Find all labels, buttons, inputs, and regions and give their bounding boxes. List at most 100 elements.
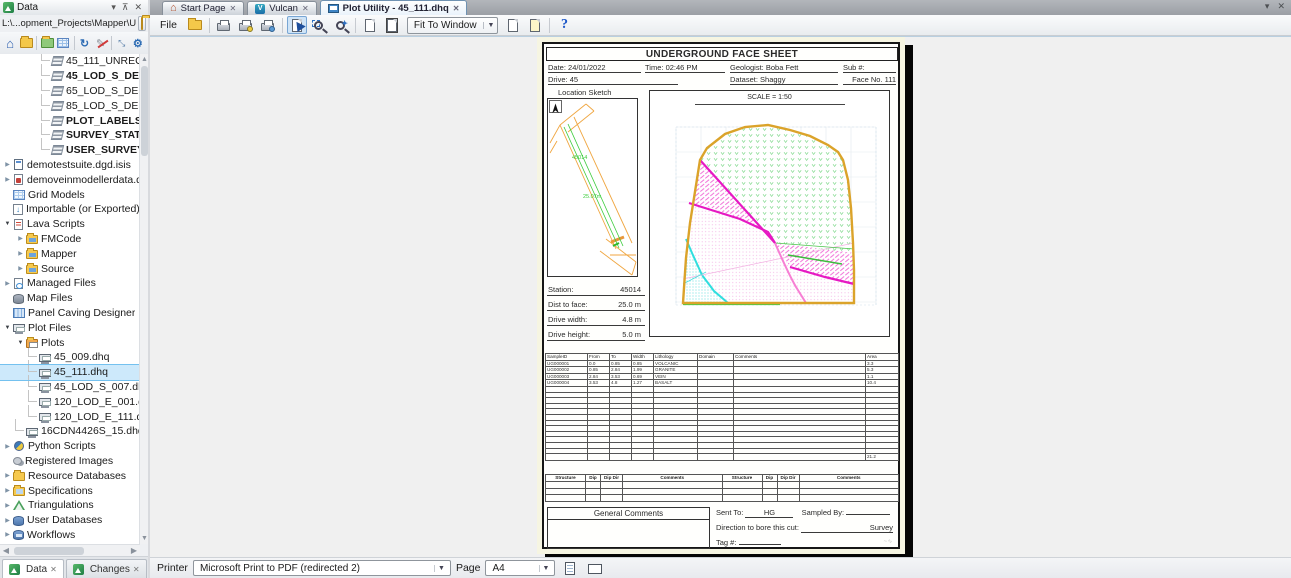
pin-icon[interactable]: ⊼ [119,1,132,14]
expand-arrow-icon[interactable]: ▶ [2,443,13,450]
main-area: ⌂ Start Page ✕ V Vulcan ✕ Plot Utility -… [150,0,1291,578]
tree-item-85-lod-s-design[interactable]: 85_LOD_S_DESIGN [0,98,140,113]
expand-arrow-icon[interactable]: ▶ [15,265,26,272]
tree-item-specifications[interactable]: ▶Specifications [0,483,140,498]
browse-folder-button[interactable] [138,16,146,31]
expand-arrow-icon[interactable]: ▶ [15,235,26,242]
tree-item-user-survey-stat[interactable]: USER_SURVEY_STAT [0,143,140,158]
tree-item-label: Registered Images [25,455,113,467]
station-field: Station:45014 [547,284,645,296]
grid-view-button[interactable] [56,36,70,51]
cell: 3.53 [588,380,610,387]
expand-arrow-icon[interactable]: ▶ [2,161,13,168]
home-button[interactable]: ⌂ [3,36,17,51]
collapse-arrow-icon[interactable]: ▼ [15,340,26,346]
tree-item-45-lod-s-design[interactable]: 45_LOD_S_DESIGN [0,69,140,84]
close-document-icon[interactable]: ✕ [1277,1,1285,12]
print-button[interactable] [214,16,234,34]
next-page-button[interactable] [382,16,402,34]
portrait-button[interactable] [560,559,580,577]
expand-arrow-icon[interactable]: ▶ [2,502,13,509]
tree-item-plot-labels[interactable]: PLOT_LABELS [0,113,140,128]
tab-plot-utility[interactable]: Plot Utility - 45_111.dhq ✕ [320,0,468,15]
sample-table: SampleIDFromToWidthLithologyDomainCommen… [545,353,899,461]
close-icon[interactable]: ✕ [230,4,237,13]
close-icon[interactable]: ✕ [302,4,309,13]
tab-start-page[interactable]: ⌂ Start Page ✕ [162,1,244,15]
panel-menu-icon[interactable]: ▾ [108,1,119,14]
tree-item-python-scripts[interactable]: ▶Python Scripts [0,439,140,454]
tree-item-65-lod-s-design[interactable]: 65_LOD_S_DESIGN [0,84,140,99]
copy-page-button[interactable] [525,16,545,34]
tree-item-demoveinmodellerdata-d[interactable]: ▶demoveinmodellerdata.d [0,172,140,187]
tree-item-survey-stations[interactable]: SURVEY_STATIONS [0,128,140,143]
no-edit-button[interactable]: ✎ [94,36,108,51]
open-plot-button[interactable] [185,16,205,34]
tab-changes[interactable]: Changes ✕ [66,559,147,578]
add-folder-button[interactable] [40,36,54,51]
tree-item-grid-models[interactable]: Grid Models [0,187,140,202]
print-preview-button[interactable] [258,16,278,34]
face-number-field: Face No. 111 [843,75,896,85]
collapse-arrow-icon[interactable]: ▼ [2,221,13,227]
settings-gear-icon[interactable]: ⚙ [131,36,145,51]
tree-horizontal-scrollbar[interactable]: ◀▶ [0,544,140,556]
tree-item-120-lod-e-001-dhq[interactable]: 120_LOD_E_001.dhq [0,394,140,409]
close-icon[interactable]: ✕ [453,4,460,13]
zoom-dynamic-button[interactable]: ✦ [331,16,351,34]
close-icon[interactable]: ✕ [131,1,145,14]
close-icon[interactable]: ✕ [133,565,140,574]
tree-item-importable-or-exported-[interactable]: Importable (or Exported) [0,202,140,217]
tree-item-managed-files[interactable]: ▶Managed Files [0,276,140,291]
zoom-window-button[interactable] [309,16,329,34]
tree-vertical-scrollbar[interactable]: ▲▼ [139,54,148,544]
plot-viewport[interactable]: UNDERGROUND FACE SHEET Date: 24/01/2022 … [150,36,1291,557]
cell: 2.84 [588,373,610,380]
tab-vulcan[interactable]: V Vulcan ✕ [247,1,316,15]
tree-item-45-009-dhq[interactable]: 45_009.dhq [0,350,140,365]
previous-page-button[interactable] [360,16,380,34]
tree-item-45-111-dhq[interactable]: 45_111.dhq [0,365,140,380]
expand-arrow-icon[interactable]: ▶ [2,487,13,494]
tree-item-plot-files[interactable]: ▼Plot Files [0,320,140,335]
close-icon[interactable]: ✕ [50,565,57,574]
tree-item-fmcode[interactable]: ▶FMCode [0,232,140,247]
tree-item-map-files[interactable]: Map Files [0,291,140,306]
tree-item-triangulations[interactable]: ▶Triangulations [0,498,140,513]
page-size-dropdown[interactable]: A4 ▼ [485,560,555,576]
zoom-mode-dropdown[interactable]: Fit To Window ▼ [407,17,499,34]
tree-item-label: Mapper [41,248,77,260]
file-menu[interactable]: File [154,18,183,32]
tree-item-lava-scripts[interactable]: ▼Lava Scripts [0,217,140,232]
collapse-arrow-icon[interactable]: ▼ [2,325,13,331]
tree-item-45-111-unregistered[interactable]: 45_111_UNREGISTERED [0,54,140,69]
refresh-button[interactable]: ↻ [77,36,91,51]
expand-arrow-icon[interactable]: ▶ [2,280,13,287]
tree-item-16cdn4426s-15-dhq[interactable]: 16CDN4426S_15.dhq [0,424,140,439]
collapse-all-button[interactable]: ⤡ [115,36,129,51]
tree-item-mapper[interactable]: ▶ Mapper [0,246,140,261]
tree-item-workflows[interactable]: ▶Workflows [0,528,140,543]
expand-arrow-icon[interactable]: ▶ [2,176,13,183]
tree-item-resource-databases[interactable]: ▶Resource Databases [0,468,140,483]
tree-item-plots[interactable]: ▼Plots [0,335,140,350]
tree-item-source[interactable]: ▶Source [0,261,140,276]
tab-overflow-icon[interactable]: ▾ [1265,1,1270,12]
new-page-button[interactable] [503,16,523,34]
expand-arrow-icon[interactable]: ▶ [15,250,26,257]
tree-item-registered-images[interactable]: Registered Images [0,454,140,469]
pan-tool-button[interactable] [287,16,307,34]
tree-item-demotestsuite-dgd-isis[interactable]: ▶demotestsuite.dgd.isis [0,158,140,173]
expand-arrow-icon[interactable]: ▶ [2,531,13,538]
tree-item-45-lod-s-007-dhq[interactable]: 45_LOD_S_007.dhq [0,380,140,395]
expand-arrow-icon[interactable]: ▶ [2,472,13,479]
printer-dropdown[interactable]: Microsoft Print to PDF (redirected 2) ▼ [193,560,451,576]
tree-item-user-databases[interactable]: ▶User Databases [0,513,140,528]
print-to-file-button[interactable] [236,16,256,34]
expand-arrow-icon[interactable]: ▶ [2,517,13,524]
tree-item-panel-caving-designer[interactable]: Panel Caving Designer [0,306,140,321]
help-button[interactable]: ? [554,16,574,34]
landscape-button[interactable] [585,559,605,577]
open-project-button[interactable] [19,36,33,51]
tab-data[interactable]: Data ✕ [2,559,64,578]
